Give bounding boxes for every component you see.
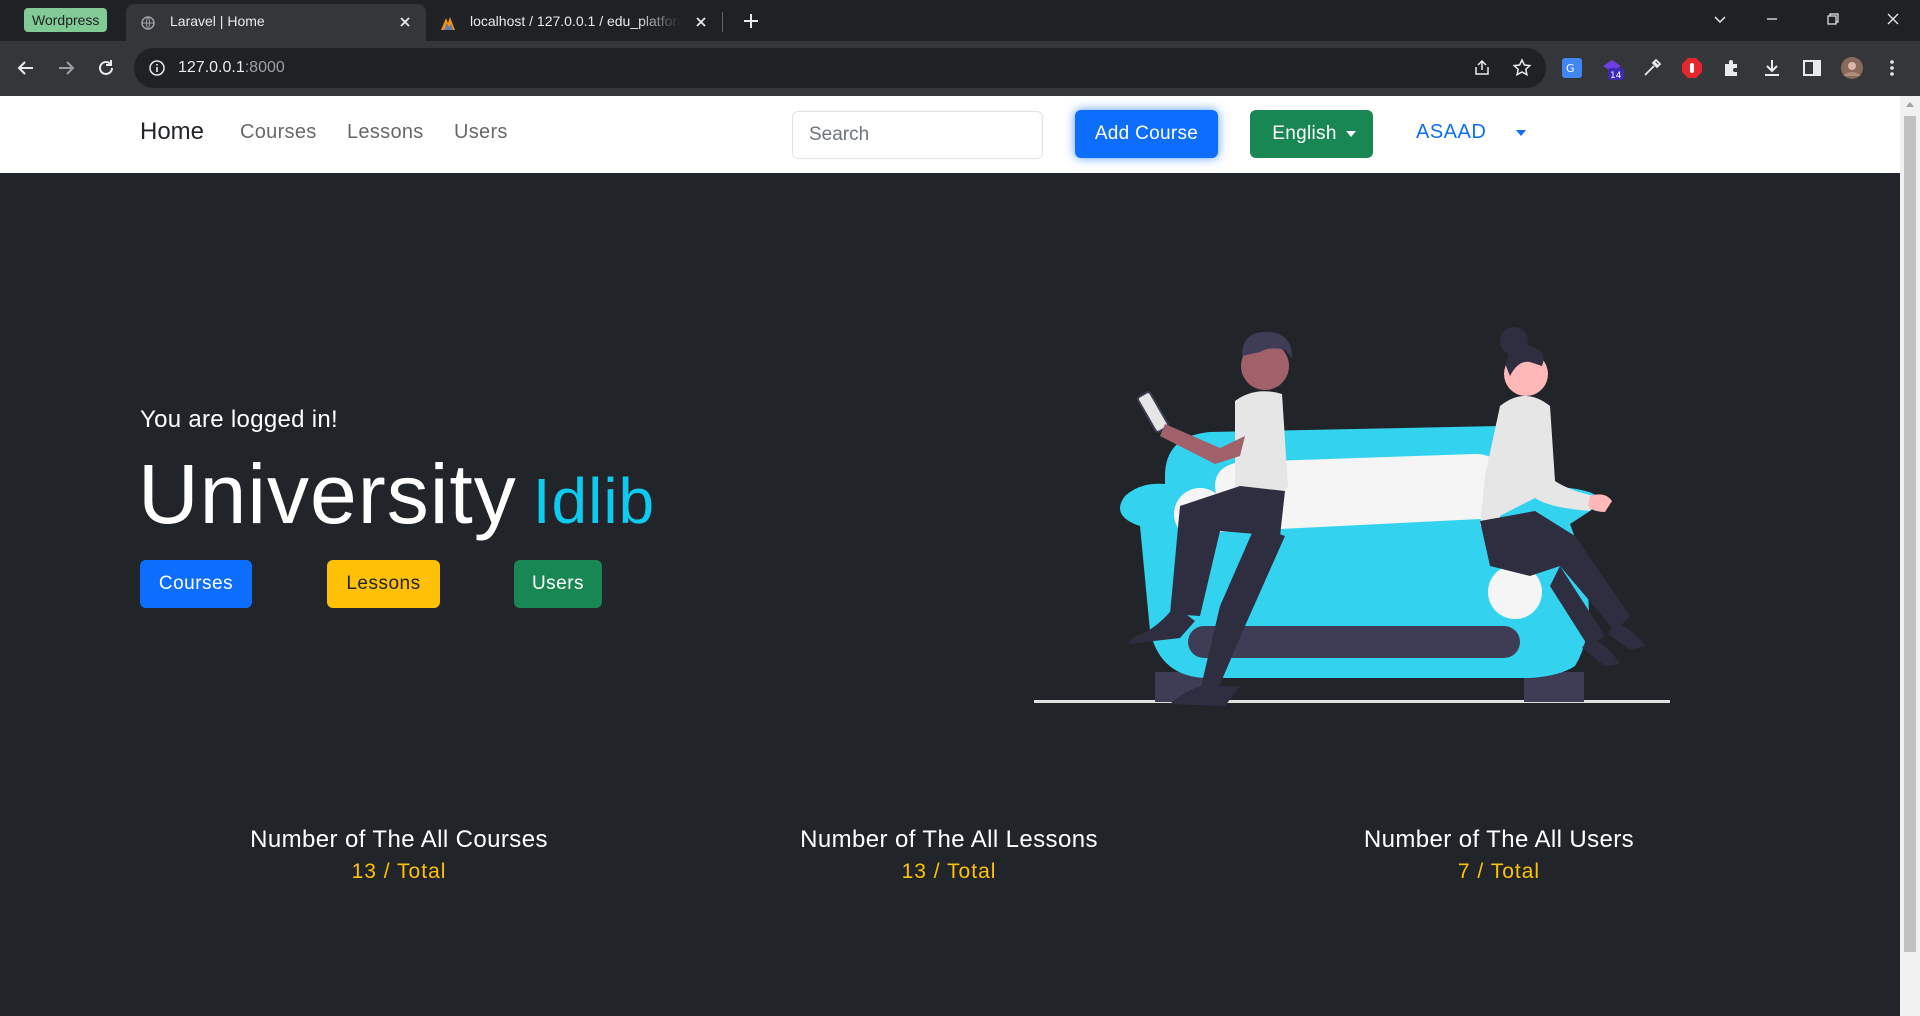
user-name: ASAAD — [1416, 121, 1487, 143]
add-course-button[interactable]: Add Course — [1075, 110, 1218, 158]
caret-down-icon — [1346, 131, 1356, 137]
back-icon[interactable] — [14, 56, 38, 80]
extension-badge-icon[interactable]: 14 — [1600, 56, 1624, 80]
hero-lessons-button[interactable]: Lessons — [327, 560, 440, 608]
profile-avatar-icon[interactable] — [1840, 56, 1864, 80]
tab-search-icon[interactable] — [1709, 8, 1731, 30]
bookmark-wordpress[interactable]: Wordpress — [24, 8, 108, 32]
tab-title: Laravel | Home — [170, 13, 265, 29]
site-navbar: Home Courses Lessons Users Add Course En… — [0, 96, 1900, 173]
tab-phpmyadmin[interactable]: localhost / 127.0.0.1 / edu_platform — [426, 4, 722, 41]
browser-tabstrip: Wordpress Laravel | Home localhost / 127… — [0, 0, 1920, 41]
hero-heading: University Idlib — [138, 446, 655, 543]
url-host: 127.0.0.1 — [178, 59, 245, 76]
close-tab-icon[interactable] — [396, 13, 414, 31]
phpmyadmin-icon — [441, 17, 455, 30]
search-input[interactable] — [792, 111, 1043, 159]
minimize-icon[interactable] — [1761, 8, 1783, 30]
hero-courses-button[interactable]: Courses — [140, 560, 252, 608]
tab-separator — [722, 12, 723, 32]
add-course-label: Add Course — [1094, 123, 1199, 144]
globe-icon — [141, 16, 155, 30]
caret-down-icon — [1516, 130, 1526, 136]
share-icon[interactable] — [1472, 58, 1492, 78]
site-info-icon[interactable] — [148, 59, 166, 77]
bookmark-star-icon[interactable] — [1512, 58, 1532, 78]
nav-link-users[interactable]: Users — [454, 121, 508, 144]
close-window-icon[interactable] — [1882, 8, 1904, 30]
browser-toolbar: 127.0.0.1:8000 G 14 — [0, 41, 1920, 96]
extensions-puzzle-icon[interactable] — [1720, 56, 1744, 80]
language-label: English — [1272, 123, 1337, 144]
stat-value: 13 / Total — [901, 860, 997, 883]
language-dropdown[interactable]: English — [1250, 110, 1373, 158]
stat-label: Number of The All Users — [1363, 826, 1635, 853]
url-text[interactable]: 127.0.0.1:8000 — [178, 59, 285, 77]
eyedropper-icon[interactable] — [1640, 56, 1664, 80]
extension-badge-count: 14 — [1610, 71, 1622, 80]
scroll-thumb[interactable] — [1904, 116, 1916, 952]
side-panel-icon[interactable] — [1800, 56, 1824, 80]
stat-lessons: Number of The All Lessons 13 / Total — [749, 826, 1149, 884]
forward-icon[interactable] — [54, 56, 78, 80]
nav-home-link[interactable]: Home — [140, 118, 204, 146]
hero-illustration — [1034, 327, 1670, 706]
stat-value: 13 / Total — [351, 860, 447, 883]
nav-link-courses[interactable]: Courses — [240, 121, 317, 144]
stat-users: Number of The All Users 7 / Total — [1299, 826, 1699, 884]
stat-label: Number of The All Lessons — [800, 826, 1098, 853]
login-status: You are logged in! — [140, 406, 339, 433]
page-scrollbar[interactable] — [1900, 96, 1920, 1016]
url-port: :8000 — [244, 59, 285, 76]
reload-icon[interactable] — [94, 56, 118, 80]
adblock-icon[interactable] — [1680, 56, 1704, 80]
hero-title: University — [138, 447, 517, 541]
user-dropdown[interactable]: ASAAD — [1416, 121, 1526, 144]
restore-icon[interactable] — [1822, 8, 1844, 30]
tab-title: localhost / 127.0.0.1 / edu_platform — [470, 13, 680, 29]
hero-users-button[interactable]: Users — [514, 560, 602, 608]
new-tab-icon[interactable] — [740, 10, 762, 32]
page-viewport: Home Courses Lessons Users Add Course En… — [0, 96, 1920, 1016]
stat-value: 7 / Total — [1457, 860, 1541, 883]
svg-text:G: G — [1566, 62, 1575, 75]
nav-link-lessons[interactable]: Lessons — [347, 121, 424, 144]
hero-subtitle: Idlib — [532, 465, 656, 537]
close-tab-icon[interactable] — [692, 13, 710, 31]
address-bar[interactable]: 127.0.0.1:8000 — [134, 48, 1546, 88]
scroll-up-icon[interactable] — [1906, 102, 1914, 107]
tab-laravel-home[interactable]: Laravel | Home — [126, 4, 426, 41]
stat-label: Number of The All Courses — [250, 826, 548, 853]
google-translate-icon[interactable]: G — [1560, 56, 1584, 80]
browser-menu-icon[interactable] — [1880, 56, 1904, 80]
downloads-icon[interactable] — [1760, 56, 1784, 80]
stat-courses: Number of The All Courses 13 / Total — [199, 826, 599, 884]
